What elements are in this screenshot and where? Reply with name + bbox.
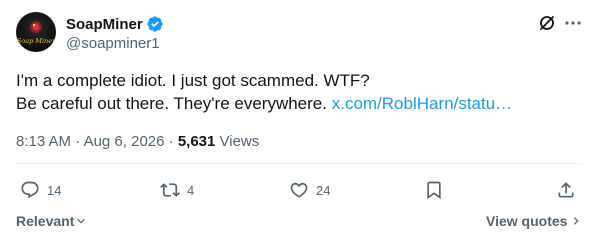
bookmark-icon bbox=[427, 181, 441, 200]
avatar-logo-text: Soap Miner bbox=[16, 37, 56, 45]
sort-label: Relevant bbox=[16, 213, 75, 229]
verified-badge-icon[interactable] bbox=[146, 15, 164, 33]
chevron-down-icon bbox=[77, 218, 86, 224]
chevron-right-icon bbox=[574, 217, 579, 225]
post-text: I'm a complete idiot. I just got scammed… bbox=[16, 69, 512, 115]
meta-separator: · bbox=[164, 133, 178, 150]
post-line-2: Be careful out there. They're everywhere… bbox=[16, 92, 512, 115]
post-time[interactable]: 8:13 AM bbox=[16, 133, 71, 150]
soap-logo-icon bbox=[30, 21, 42, 33]
reply-icon bbox=[21, 181, 39, 199]
views-count: 5,631 bbox=[177, 133, 216, 150]
post-link[interactable]: x.com/RoblHarn/statu… bbox=[332, 94, 512, 113]
more-options-button[interactable] bbox=[563, 13, 583, 33]
author-handle[interactable]: @soapminer1 bbox=[66, 35, 160, 52]
view-quotes-label: View quotes bbox=[486, 213, 568, 229]
like-count: 24 bbox=[316, 182, 331, 198]
post-line-2-text: Be careful out there. They're everywhere… bbox=[16, 94, 332, 113]
grok-icon bbox=[540, 16, 554, 30]
meta-separator: · bbox=[71, 133, 84, 150]
share-icon bbox=[558, 182, 574, 198]
post-date[interactable]: Aug 6, 2026 bbox=[84, 133, 165, 150]
sort-dropdown[interactable]: Relevant bbox=[16, 213, 86, 229]
divider bbox=[16, 163, 582, 164]
grok-button[interactable] bbox=[537, 13, 557, 33]
repost-icon bbox=[160, 183, 180, 197]
bookmark-button[interactable] bbox=[424, 179, 444, 201]
heart-icon bbox=[290, 182, 308, 198]
author-name-row: SoapMiner bbox=[66, 14, 164, 34]
like-button[interactable]: 24 bbox=[289, 179, 330, 201]
avatar[interactable]: Soap Miner bbox=[16, 12, 56, 52]
repost-count: 4 bbox=[187, 182, 195, 198]
repost-button[interactable]: 4 bbox=[160, 179, 194, 201]
share-button[interactable] bbox=[556, 179, 576, 201]
more-icon bbox=[565, 21, 581, 25]
reply-count: 14 bbox=[47, 182, 62, 198]
post-line-1: I'm a complete idiot. I just got scammed… bbox=[16, 71, 370, 90]
views-label: Views bbox=[215, 133, 260, 150]
reply-button[interactable]: 14 bbox=[20, 179, 61, 201]
post-meta: 8:13 AM · Aug 6, 2026 · 5,631 Views bbox=[16, 133, 259, 150]
author-display-name[interactable]: SoapMiner bbox=[66, 16, 143, 33]
view-quotes-link[interactable]: View quotes bbox=[486, 213, 581, 229]
